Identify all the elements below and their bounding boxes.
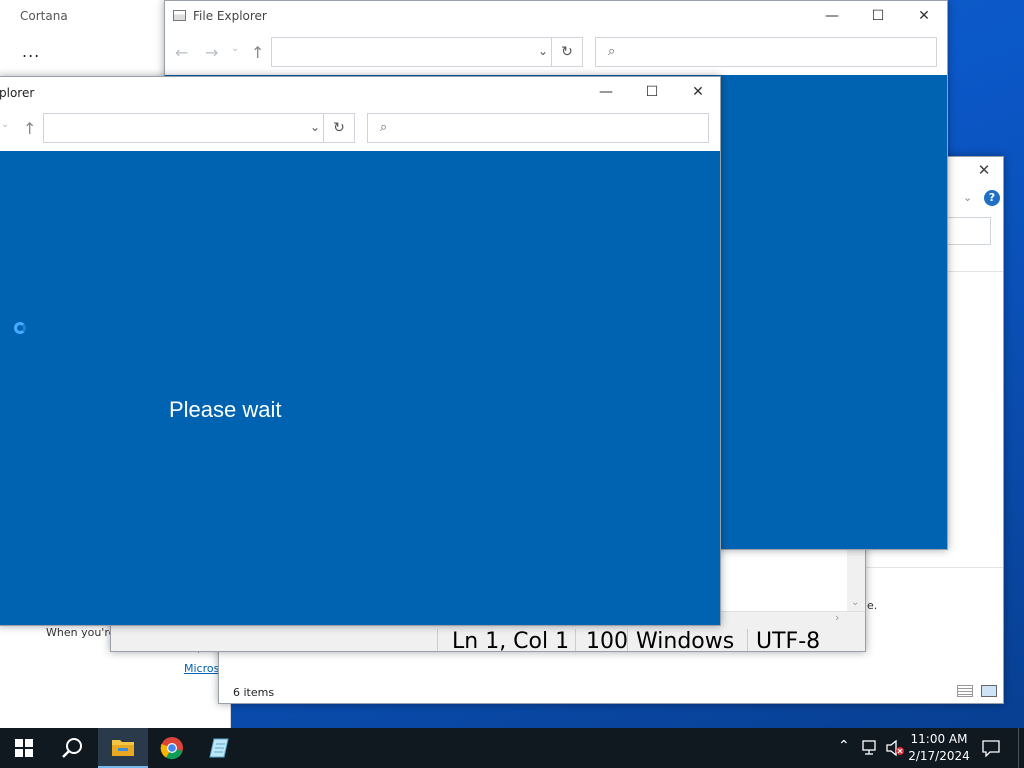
windows-start-icon[interactable] — [0, 728, 48, 768]
address-bar[interactable]: ⌄ ↻ — [271, 37, 583, 67]
cortana-title: Cortana — [20, 9, 68, 23]
window-title: File Explorer — [193, 9, 267, 23]
explorer-window-front: plorer — ☐ ✕ ⌄ ↑ ⌄ ↻ ⌕ Please wait — [0, 76, 721, 626]
address-dropdown-icon[interactable]: ⌄ — [310, 120, 320, 134]
cortana-more-button[interactable]: ... — [22, 42, 40, 61]
notepad-statusbar: Ln 1, Col 1 100 Windows UTF-8 — [111, 627, 865, 651]
maximize-button[interactable]: ☐ — [855, 1, 901, 31]
help-icon[interactable]: ? — [984, 190, 1000, 206]
clock-time[interactable]: 11:00 AM — [901, 732, 977, 746]
status-zoom: 100 — [575, 629, 628, 651]
minimize-button[interactable]: — — [583, 77, 629, 107]
search-icon: ⌕ — [380, 120, 388, 135]
close-icon[interactable]: ✕ — [969, 161, 999, 183]
search-icon[interactable] — [48, 728, 96, 768]
cortana-link[interactable]: Micros — [184, 662, 219, 675]
large-icons-view-icon[interactable] — [981, 685, 997, 697]
details-divider — [865, 567, 1003, 568]
show-desktop-button[interactable] — [1018, 728, 1024, 768]
status-line-ending: Windows — [627, 629, 734, 651]
up-arrow-icon[interactable]: ↑ — [23, 119, 36, 138]
forward-arrow-icon[interactable]: → — [205, 43, 218, 62]
network-icon[interactable] — [862, 740, 880, 759]
scroll-down-icon[interactable]: ⌄ — [851, 597, 859, 608]
close-button[interactable]: ✕ — [901, 1, 947, 31]
please-wait-text: Please wait — [169, 397, 282, 422]
search-input[interactable]: ⌕ — [595, 37, 937, 67]
recent-chevron-icon[interactable]: ⌄ — [231, 43, 239, 54]
recent-chevron-icon[interactable]: ⌄ — [1, 119, 9, 130]
status-ln-col: Ln 1, Col 1 — [437, 629, 569, 651]
refresh-icon[interactable]: ↻ — [551, 38, 582, 66]
maximize-button[interactable]: ☐ — [629, 77, 675, 107]
file-explorer-icon[interactable] — [98, 728, 148, 768]
cortana-body-text: When you're — [46, 626, 116, 639]
clock-date[interactable]: 2/17/2024 — [901, 749, 977, 763]
status-encoding: UTF-8 — [747, 629, 820, 651]
notepad-icon[interactable] — [196, 728, 244, 768]
scroll-right-icon[interactable]: › — [835, 611, 839, 624]
search-input-right[interactable] — [945, 217, 991, 245]
ribbon-chevron-down-icon[interactable]: ⌄ — [963, 191, 972, 204]
refresh-icon[interactable]: ↻ — [323, 114, 354, 142]
taskbar: ⌃ 11:00 AM 2/17/2024 — [0, 728, 1024, 768]
address-bar[interactable]: ⌄ ↻ — [43, 113, 355, 143]
details-view-icon[interactable] — [957, 685, 973, 697]
up-arrow-icon[interactable]: ↑ — [251, 43, 264, 62]
window-title: plorer — [0, 86, 35, 100]
search-icon: ⌕ — [608, 44, 616, 59]
close-button[interactable]: ✕ — [675, 77, 721, 107]
minimize-button[interactable]: — — [809, 1, 855, 31]
chevron-up-icon[interactable]: ⌃ — [838, 738, 850, 754]
address-dropdown-icon[interactable]: ⌄ — [538, 44, 548, 58]
loading-pane: Please wait — [0, 151, 720, 625]
loading-spinner-icon — [14, 322, 26, 334]
partial-text: e. — [867, 599, 878, 612]
item-count: 6 items — [233, 686, 275, 699]
back-arrow-icon[interactable]: ← — [175, 43, 188, 62]
chrome-icon[interactable] — [148, 728, 196, 768]
search-input[interactable]: ⌕ — [367, 113, 709, 143]
explorer-icon-small — [173, 10, 186, 21]
notification-icon[interactable] — [982, 739, 1000, 760]
